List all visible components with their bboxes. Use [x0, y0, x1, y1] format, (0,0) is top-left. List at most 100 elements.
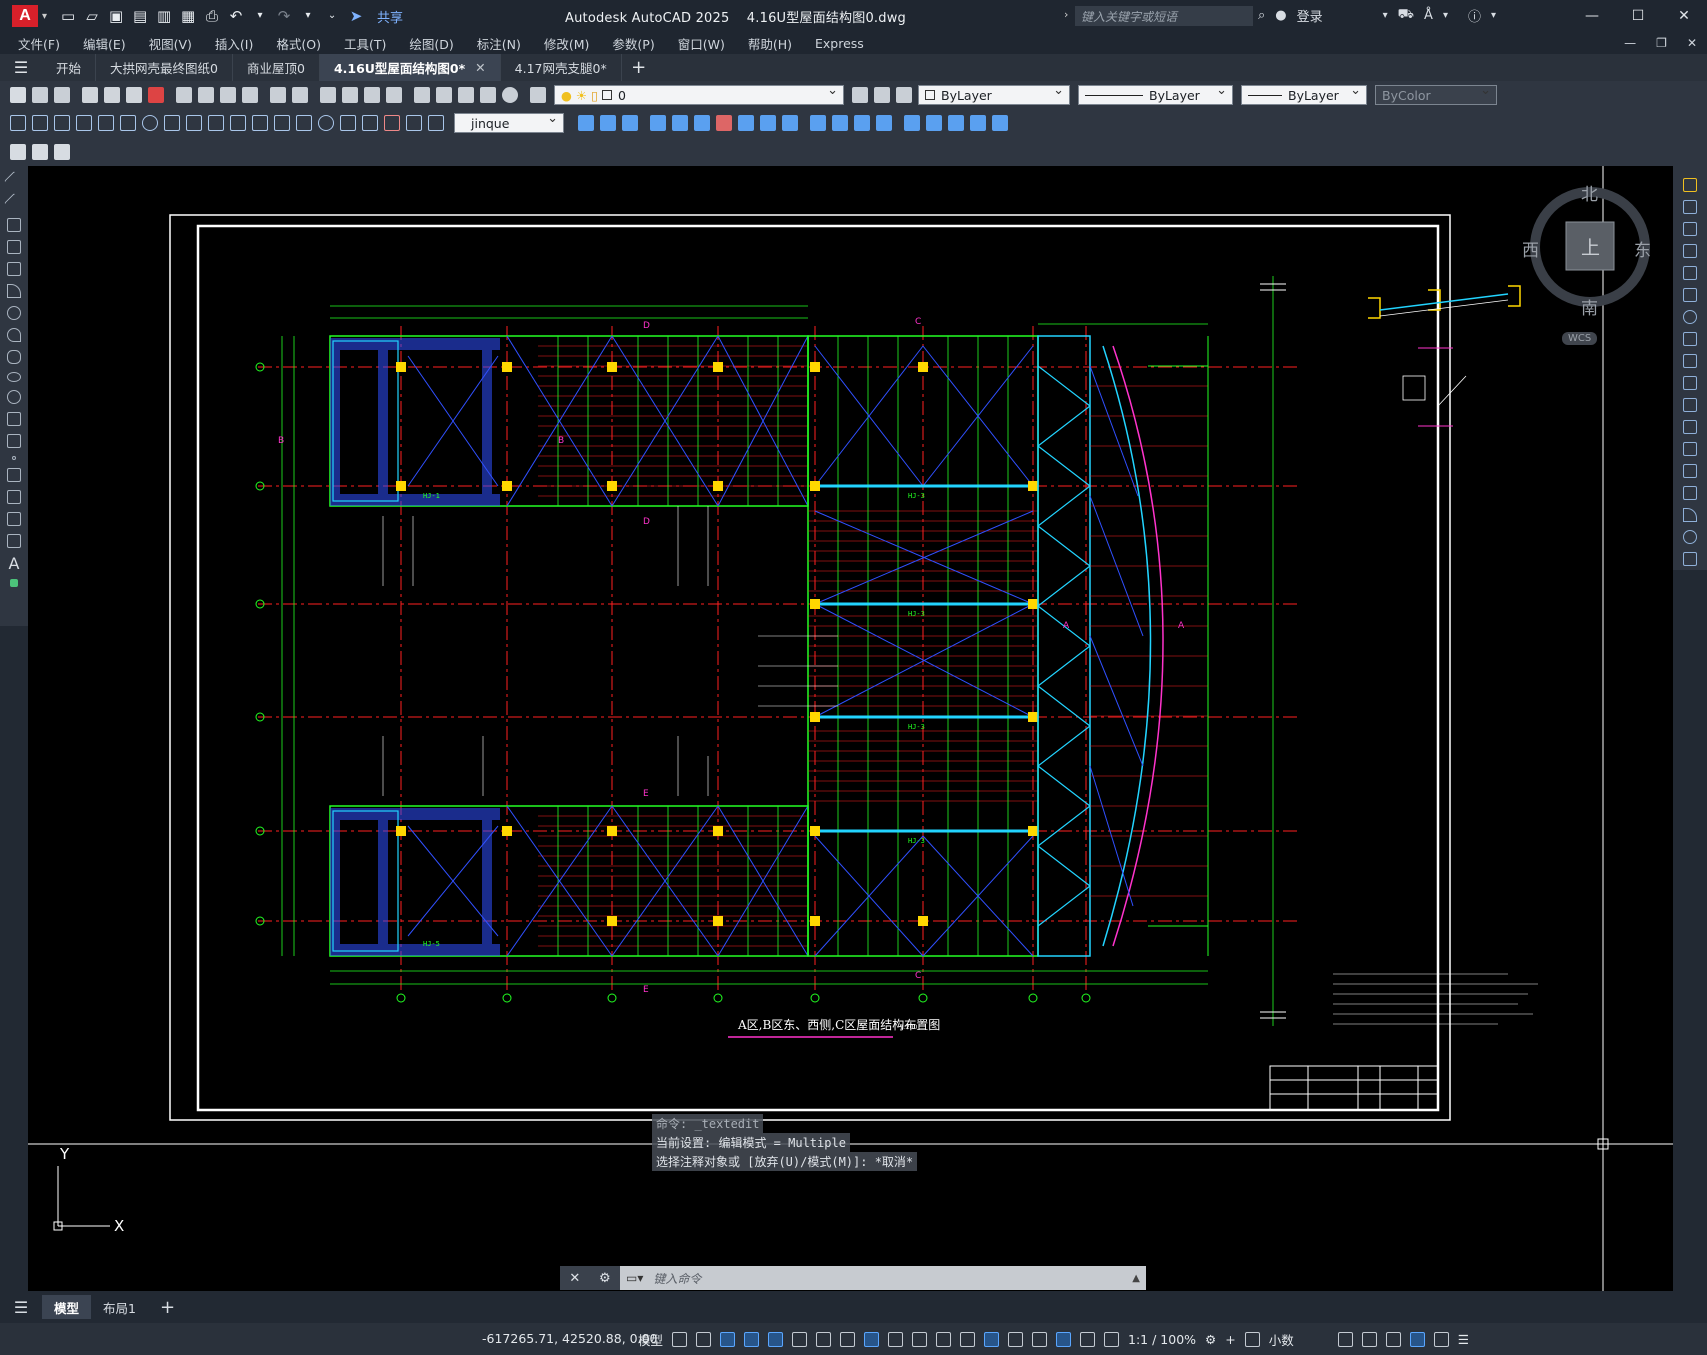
cmd-customize-icon[interactable]: ⚙ [599, 1271, 611, 1286]
break-at-point-icon[interactable] [1683, 420, 1697, 434]
menu-dimension[interactable]: 标注(N) [477, 34, 521, 53]
make-block-icon[interactable] [7, 434, 21, 448]
ordinate-dim-icon[interactable] [76, 115, 92, 131]
model-space-toggle[interactable]: 模型 [638, 1330, 663, 1349]
save-icon[interactable]: ▣ [107, 7, 125, 25]
center-mark-icon[interactable] [318, 115, 334, 131]
undo-icon[interactable]: ↶ [227, 7, 245, 25]
layer-state-icon[interactable] [896, 87, 912, 103]
layout-list-icon[interactable]: ☰ [0, 1298, 42, 1317]
command-input[interactable]: 键入命令 [643, 1270, 701, 1287]
region-icon[interactable] [7, 512, 21, 526]
cmd-close-icon[interactable]: ✕ [569, 1271, 580, 1286]
menu-format[interactable]: 格式(O) [276, 34, 321, 53]
fillet-icon[interactable] [1683, 508, 1697, 522]
menu-express[interactable]: Express [815, 36, 864, 51]
tab-layout1[interactable]: 布局1 [91, 1295, 148, 1319]
etransmit-icon[interactable]: ▦ [179, 7, 197, 25]
explode-icon[interactable] [926, 115, 942, 131]
qnew-icon[interactable] [10, 87, 26, 103]
calculator-icon[interactable] [480, 87, 496, 103]
polygon-icon[interactable] [7, 240, 21, 254]
revision-cloud-icon[interactable] [7, 328, 21, 342]
menu-insert[interactable]: 插入(I) [215, 34, 253, 53]
infer-constraints-icon[interactable] [720, 1332, 736, 1347]
maximize-icon[interactable]: ☐ [1615, 0, 1661, 32]
grid-icon[interactable] [672, 1332, 688, 1347]
color-dropdown[interactable]: ByLayer [918, 83, 1070, 105]
annotation-scale-dropdown[interactable]: 1:1 / 100% [1128, 1332, 1196, 1347]
explode-icon[interactable] [1683, 552, 1697, 566]
extend-icon[interactable] [1683, 398, 1697, 412]
annotation-visibility-icon[interactable] [1056, 1332, 1072, 1347]
save-as-icon[interactable]: ▤ [131, 7, 149, 25]
pan-icon[interactable] [320, 87, 336, 103]
offset-icon[interactable] [1683, 244, 1697, 258]
cmd-recent-icon[interactable]: ▭▾ [620, 1271, 643, 1285]
gradient-icon[interactable] [7, 490, 21, 504]
trim-icon[interactable] [782, 115, 798, 131]
layer-thaw-sun-icon[interactable]: ☀ [576, 88, 587, 103]
dim-update-icon[interactable] [428, 115, 444, 131]
menu-help[interactable]: 帮助(H) [748, 34, 792, 53]
blend-curves-icon[interactable] [1683, 530, 1697, 544]
mirror-icon[interactable] [600, 115, 616, 131]
hatch-icon[interactable] [7, 468, 21, 482]
help-icon[interactable] [502, 87, 518, 103]
customize-chevron-icon[interactable]: ⌄ [323, 7, 341, 25]
break-icon[interactable] [1683, 442, 1697, 456]
zoom-window-icon[interactable] [364, 87, 380, 103]
pdf-icon[interactable] [148, 87, 164, 103]
menu-file[interactable]: 文件(F) [18, 34, 60, 53]
stretch-icon[interactable] [1683, 354, 1697, 368]
polar-tracking-icon[interactable] [792, 1332, 808, 1347]
point-icon[interactable] [12, 456, 16, 460]
redo-chevron-icon[interactable]: ▾ [299, 7, 317, 25]
inspection-icon[interactable] [340, 115, 356, 131]
mirror-icon[interactable] [1683, 222, 1697, 236]
arc-icon[interactable] [7, 284, 21, 298]
add-selected-icon[interactable] [10, 579, 18, 587]
layer-on-bulb-icon[interactable]: ● [561, 88, 572, 103]
arc-length-icon[interactable] [54, 115, 70, 131]
jogged-dim-icon[interactable] [120, 115, 136, 131]
move-icon[interactable] [1683, 288, 1697, 302]
menu-parametric[interactable]: 参数(P) [612, 34, 654, 53]
autodesk-a360-icon[interactable]: Å [1424, 8, 1433, 23]
plotstyle-dropdown[interactable]: ByColor [1375, 83, 1497, 105]
help-chevron-icon[interactable]: ▾ [1491, 10, 1496, 21]
cmd-history-chevron-icon[interactable]: ▲ [1132, 1273, 1140, 1284]
paste-icon[interactable] [220, 87, 236, 103]
app-menu-chevron-icon[interactable]: ▾ [42, 11, 47, 22]
layer-previous-icon[interactable] [874, 87, 890, 103]
dim-break-icon[interactable] [274, 115, 290, 131]
baseline-dim-icon[interactable] [208, 115, 224, 131]
break-icon[interactable] [832, 115, 848, 131]
wcs-menu[interactable]: WCS [1562, 332, 1598, 345]
annotation-scale-icon[interactable] [1104, 1332, 1120, 1347]
cursor-coordinates[interactable]: -617265.71, 42520.88, 0.00 [482, 1331, 657, 1346]
compass-west[interactable]: 西 [1522, 236, 1539, 261]
publish-icon[interactable] [126, 87, 142, 103]
tab-document[interactable]: 商业屋顶0 [233, 54, 320, 81]
array-icon[interactable] [650, 115, 666, 131]
gizmo-icon[interactable] [1032, 1332, 1048, 1347]
ellipse-icon[interactable] [7, 372, 21, 382]
tolerance-icon[interactable] [296, 115, 312, 131]
polyline-icon[interactable] [7, 218, 21, 232]
lineweight-dropdown[interactable]: ByLayer [1241, 83, 1367, 105]
properties-icon[interactable] [414, 87, 430, 103]
login-chevron-icon[interactable]: ▾ [1383, 10, 1388, 21]
chamfer-icon[interactable] [876, 115, 892, 131]
help-icon[interactable]: ⓘ [1468, 6, 1481, 25]
customization-menu-icon[interactable]: ☰ [1458, 1332, 1469, 1347]
hamburger-menu-icon[interactable]: ☰ [0, 58, 42, 77]
dim-edit-icon[interactable] [384, 115, 400, 131]
tool-palettes-icon[interactable] [458, 87, 474, 103]
erase-icon[interactable] [716, 115, 732, 131]
matchprop-icon[interactable] [242, 87, 258, 103]
copy-icon[interactable] [1683, 200, 1697, 214]
undo-chevron-icon[interactable]: ▾ [251, 7, 269, 25]
clean-screen-icon[interactable] [1433, 1332, 1449, 1347]
search-icon[interactable]: ⌕ [1258, 8, 1265, 23]
